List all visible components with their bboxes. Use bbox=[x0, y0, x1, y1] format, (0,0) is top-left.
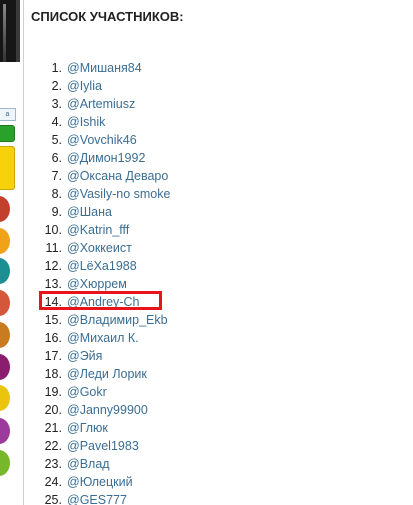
participant-row: 1. @Мишаня84 bbox=[31, 59, 170, 77]
participant-number: 6. bbox=[51, 151, 62, 165]
participant-username-link[interactable]: @Леди Лорик bbox=[67, 367, 147, 381]
participant-row: 8. @Vasily-no smoke bbox=[31, 185, 171, 203]
participant-number: 17. bbox=[44, 349, 62, 363]
participant-row: 22. @Pavel1983 bbox=[31, 437, 170, 455]
participant-number: 24. bbox=[44, 475, 62, 489]
participant-number: 21. bbox=[44, 421, 62, 435]
sidebar-avatar[interactable] bbox=[0, 258, 10, 284]
participant-number: 7. bbox=[51, 169, 62, 183]
participant-number: 4. bbox=[51, 115, 62, 129]
participant-username-link[interactable]: @Pavel1983 bbox=[67, 439, 139, 453]
sidebar-avatar[interactable] bbox=[0, 322, 10, 348]
sidebar-avatar[interactable] bbox=[0, 196, 10, 222]
participant-number: 8. bbox=[51, 187, 62, 201]
participant-username-link[interactable]: @Оксана Деваро bbox=[67, 169, 168, 183]
sidebar-yellow-block bbox=[0, 146, 15, 190]
participant-number: 3. bbox=[51, 97, 62, 111]
participant-number: 25. bbox=[44, 493, 62, 505]
participant-username-link[interactable]: @Димон1992 bbox=[67, 151, 145, 165]
sidebar-avatar[interactable] bbox=[0, 228, 10, 254]
participant-row: 16. @Михаил К. bbox=[31, 329, 170, 347]
participant-username-link[interactable]: @Vasily-no smoke bbox=[67, 187, 170, 201]
participant-row: 9. @Шана bbox=[31, 203, 170, 221]
participant-number: 23. bbox=[44, 457, 62, 471]
participant-username-link[interactable]: @Ishik bbox=[67, 115, 105, 129]
participant-username-link[interactable]: @Глюк bbox=[67, 421, 108, 435]
participant-number: 15. bbox=[44, 313, 62, 327]
left-sidebar-strip: a bbox=[0, 0, 24, 505]
participant-username-link[interactable]: @Владимир_Ekb bbox=[67, 313, 168, 327]
participant-number: 10. bbox=[44, 223, 62, 237]
participant-username-link[interactable]: @Artemiusz bbox=[67, 97, 135, 111]
participant-row: 6. @Димон1992 bbox=[31, 149, 170, 167]
participant-username-link[interactable]: @Мишаня84 bbox=[67, 61, 142, 75]
sidebar-avatar[interactable] bbox=[0, 450, 10, 476]
sidebar-avatar[interactable] bbox=[0, 418, 10, 444]
participant-row: 15. @Владимир_Ekb bbox=[31, 311, 170, 329]
participant-username-link[interactable]: @Vovchik46 bbox=[67, 133, 137, 147]
participant-row: 18. @Леди Лорик bbox=[31, 365, 170, 383]
participant-row: 23. @Влад bbox=[31, 455, 170, 473]
participant-number: 16. bbox=[44, 331, 62, 345]
sidebar-avatar[interactable] bbox=[0, 354, 10, 380]
sidebar-tab[interactable]: a bbox=[0, 108, 16, 121]
participant-row: 5. @Vovchik46 bbox=[31, 131, 170, 149]
participant-username-link[interactable]: @Хюррем bbox=[67, 277, 127, 291]
participant-number: 22. bbox=[44, 439, 62, 453]
participant-row: 14. @Andrey-Ch bbox=[31, 291, 170, 311]
participant-number: 5. bbox=[51, 133, 62, 147]
participant-username-link[interactable]: @GES777 bbox=[67, 493, 127, 505]
participant-row: 3. @Artemiusz bbox=[31, 95, 170, 113]
participant-username-link[interactable]: @Хоккеист bbox=[67, 241, 132, 255]
participant-row: 25. @GES777 bbox=[31, 491, 170, 505]
participant-row: 12. @LёXa1988 bbox=[31, 257, 170, 275]
participant-row: 2. @Iylia bbox=[31, 77, 170, 95]
participant-username-link[interactable]: @Шана bbox=[67, 205, 112, 219]
sidebar-avatar[interactable] bbox=[0, 290, 10, 316]
participant-username-link[interactable]: @Михаил К. bbox=[67, 331, 139, 345]
participant-number: 18. bbox=[44, 367, 62, 381]
participant-row: 24. @Юлецкий bbox=[31, 473, 170, 491]
participant-number: 2. bbox=[51, 79, 62, 93]
participant-number: 12. bbox=[44, 259, 62, 273]
participant-row: 7. @Оксана Деваро bbox=[31, 167, 170, 185]
participant-number: 11. bbox=[45, 241, 62, 255]
participant-number: 20. bbox=[44, 403, 62, 417]
participant-number: 19. bbox=[44, 385, 62, 399]
participant-username-link[interactable]: @Gokr bbox=[67, 385, 107, 399]
sidebar-banner-image bbox=[0, 0, 20, 62]
participant-username-link[interactable]: @Эйя bbox=[67, 349, 102, 363]
page-title: СПИСОК УЧАСТНИКОВ: bbox=[31, 9, 184, 24]
participant-list: 1. @Мишаня84 2. @Iylia 3. @Artemiusz 4. @Ishik 5… bbox=[31, 59, 170, 505]
participant-username-link[interactable]: @Katrin_fff bbox=[67, 223, 129, 237]
participant-row: 17. @Эйя bbox=[31, 347, 170, 365]
participant-username-link[interactable]: @LёXa1988 bbox=[67, 259, 137, 273]
participant-username-link[interactable]: @Iylia bbox=[67, 79, 102, 93]
sidebar-avatar[interactable] bbox=[0, 385, 10, 411]
participant-username-link[interactable]: @Janny99900 bbox=[67, 403, 148, 417]
participant-row: 11. @Хоккеист bbox=[31, 239, 170, 257]
participant-username-link[interactable]: @Andrey-Ch bbox=[67, 295, 139, 309]
participant-number: 1. bbox=[51, 61, 62, 75]
participant-number: 13. bbox=[44, 277, 62, 291]
participant-row: 20. @Janny99900 bbox=[31, 401, 170, 419]
participant-number: 14. bbox=[44, 295, 62, 309]
participant-username-link[interactable]: @Юлецкий bbox=[67, 475, 133, 489]
participant-row: 4. @Ishik bbox=[31, 113, 170, 131]
participant-row: 10. @Katrin_fff bbox=[31, 221, 170, 239]
participant-row: 13. @Хюррем bbox=[31, 275, 170, 293]
sidebar-green-button[interactable] bbox=[0, 125, 15, 142]
participant-number: 9. bbox=[51, 205, 62, 219]
participant-row: 21. @Глюк bbox=[31, 419, 170, 437]
participant-username-link[interactable]: @Влад bbox=[67, 457, 110, 471]
participant-row: 19. @Gokr bbox=[31, 383, 170, 401]
